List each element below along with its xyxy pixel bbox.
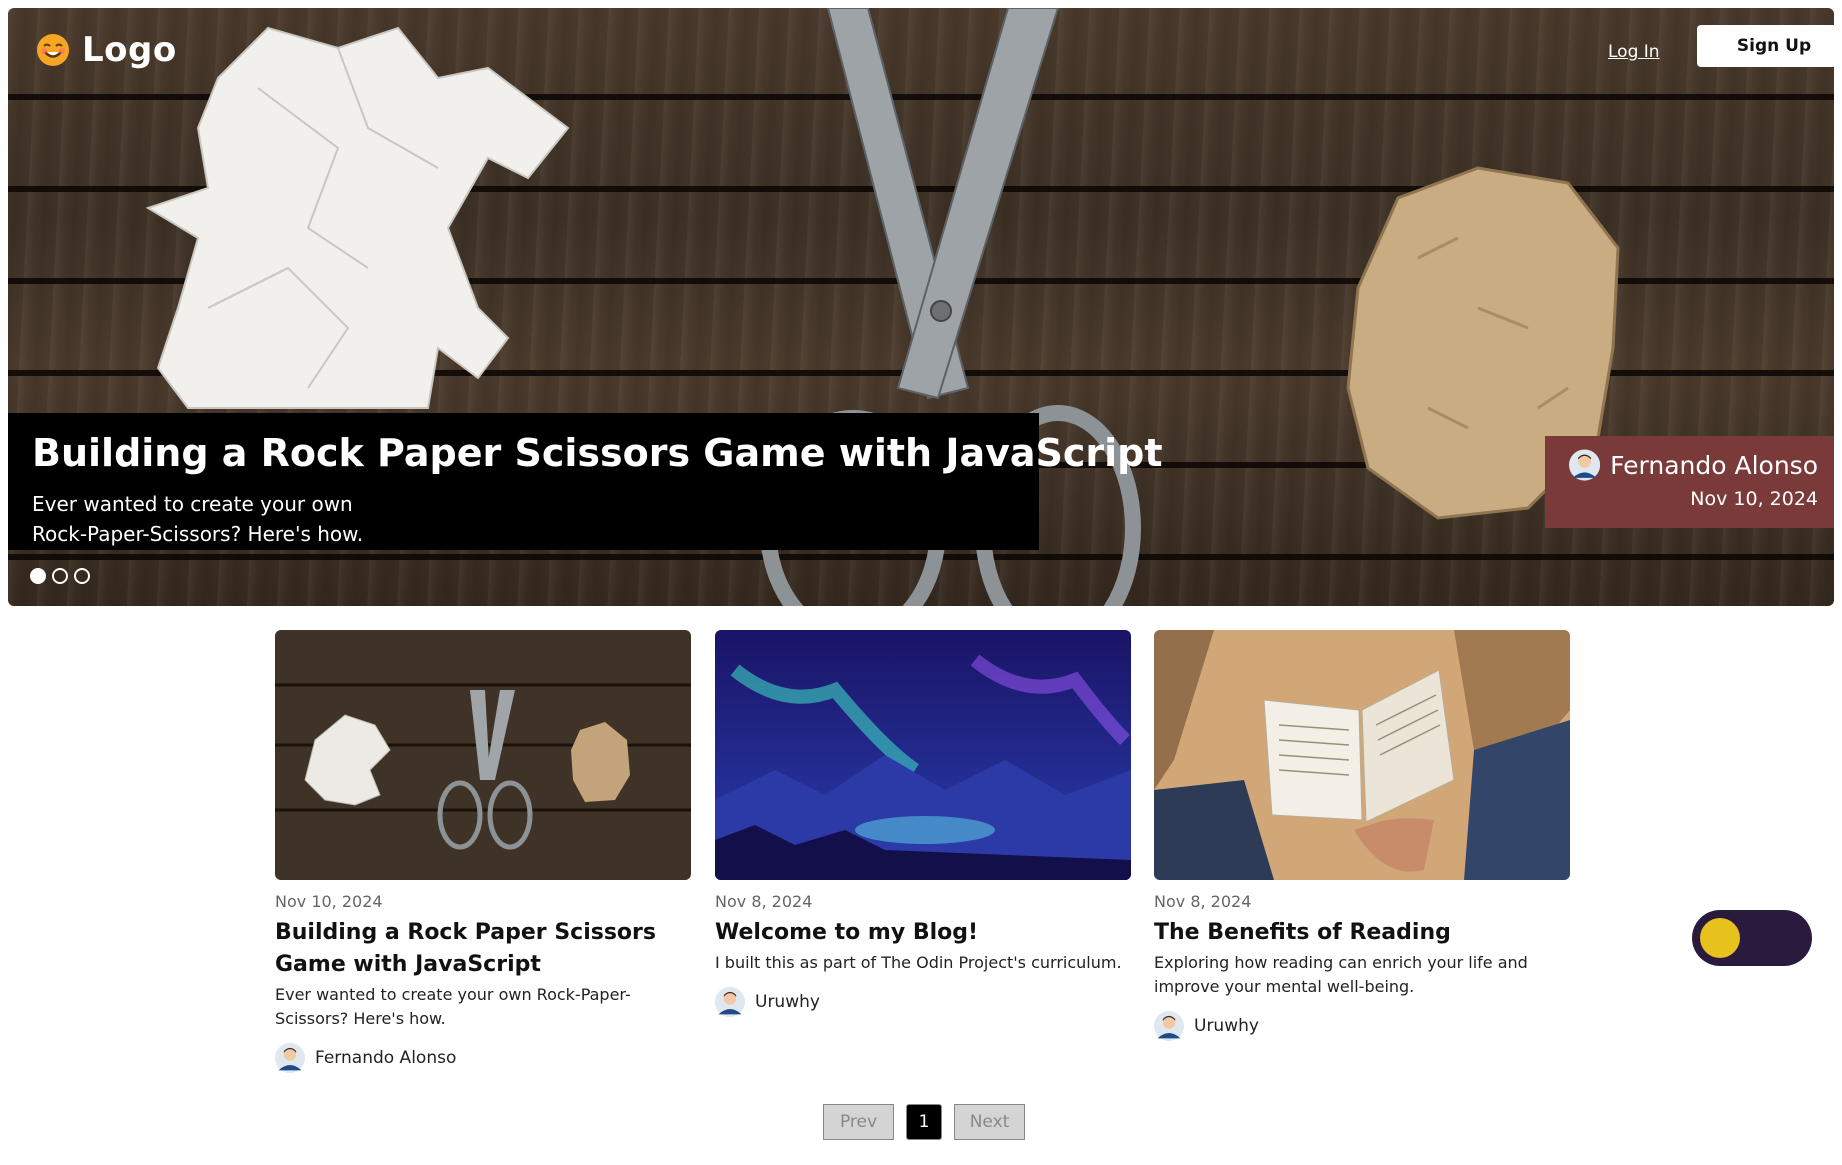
hero-author-name: Fernando Alonso bbox=[1610, 450, 1818, 480]
brand[interactable]: Logo bbox=[36, 30, 177, 70]
next-page-button[interactable]: Next bbox=[954, 1104, 1025, 1140]
page-number-button[interactable]: 1 bbox=[906, 1104, 942, 1140]
hero-excerpt: Ever wanted to create your own Rock-Pape… bbox=[32, 492, 364, 546]
post-card[interactable]: Nov 10, 2024 Building a Rock Paper Sciss… bbox=[275, 630, 691, 1073]
post-author: Uruwhy bbox=[1154, 1011, 1570, 1041]
pagination: Prev 1 Next bbox=[823, 1104, 1025, 1140]
post-title[interactable]: Welcome to my Blog! bbox=[715, 917, 1131, 949]
post-excerpt: Exploring how reading can enrich your li… bbox=[1154, 953, 1528, 996]
avatar-icon bbox=[715, 987, 745, 1017]
post-author-name: Fernando Alonso bbox=[315, 1048, 457, 1068]
hero-carousel: Logo Log In Sign Up Building a Rock Pape… bbox=[8, 8, 1834, 606]
theme-toggle[interactable] bbox=[1692, 910, 1812, 966]
post-date: Nov 8, 2024 bbox=[715, 892, 813, 911]
avatar-icon bbox=[1569, 449, 1601, 481]
login-link[interactable]: Log In bbox=[1608, 42, 1660, 62]
carousel-indicators bbox=[30, 568, 90, 584]
post-date: Nov 10, 2024 bbox=[275, 892, 383, 911]
post-image-rock-paper-scissors[interactable] bbox=[275, 630, 691, 880]
smiley-logo-icon bbox=[37, 34, 69, 66]
carousel-dot-3[interactable] bbox=[74, 568, 90, 584]
post-excerpt: Ever wanted to create your own Rock-Pape… bbox=[275, 985, 631, 1028]
post-title[interactable]: The Benefits of Reading bbox=[1154, 917, 1570, 949]
post-date: Nov 8, 2024 bbox=[1154, 892, 1252, 911]
prev-page-button[interactable]: Prev bbox=[823, 1104, 894, 1140]
hero-caption[interactable]: Building a Rock Paper Scissors Game with… bbox=[8, 413, 1163, 550]
post-excerpt: I built this as part of The Odin Project… bbox=[715, 953, 1122, 972]
post-author-name: Uruwhy bbox=[755, 992, 820, 1012]
toggle-knob-sun-icon bbox=[1700, 918, 1740, 958]
post-card[interactable]: Nov 8, 2024 Welcome to my Blog! I built … bbox=[715, 630, 1131, 1017]
post-author-name: Uruwhy bbox=[1194, 1016, 1259, 1036]
carousel-dot-1[interactable] bbox=[30, 568, 46, 584]
avatar-icon bbox=[1154, 1011, 1184, 1041]
signup-button[interactable]: Sign Up bbox=[1697, 25, 1834, 67]
post-image-aurora-landscape[interactable] bbox=[715, 630, 1131, 880]
post-image-open-book[interactable] bbox=[1154, 630, 1570, 880]
hero-author-badge: Fernando Alonso Nov 10, 2024 bbox=[1545, 436, 1834, 528]
post-title[interactable]: Building a Rock Paper Scissors Game with… bbox=[275, 917, 691, 981]
post-author: Uruwhy bbox=[715, 987, 1131, 1017]
post-author: Fernando Alonso bbox=[275, 1043, 691, 1073]
post-card[interactable]: Nov 8, 2024 The Benefits of Reading Expl… bbox=[1154, 630, 1570, 1041]
carousel-dot-2[interactable] bbox=[52, 568, 68, 584]
hero-title[interactable]: Building a Rock Paper Scissors Game with… bbox=[32, 431, 1163, 475]
hero-date: Nov 10, 2024 bbox=[1690, 488, 1818, 510]
brand-name: Logo bbox=[82, 30, 177, 70]
avatar-icon bbox=[275, 1043, 305, 1073]
